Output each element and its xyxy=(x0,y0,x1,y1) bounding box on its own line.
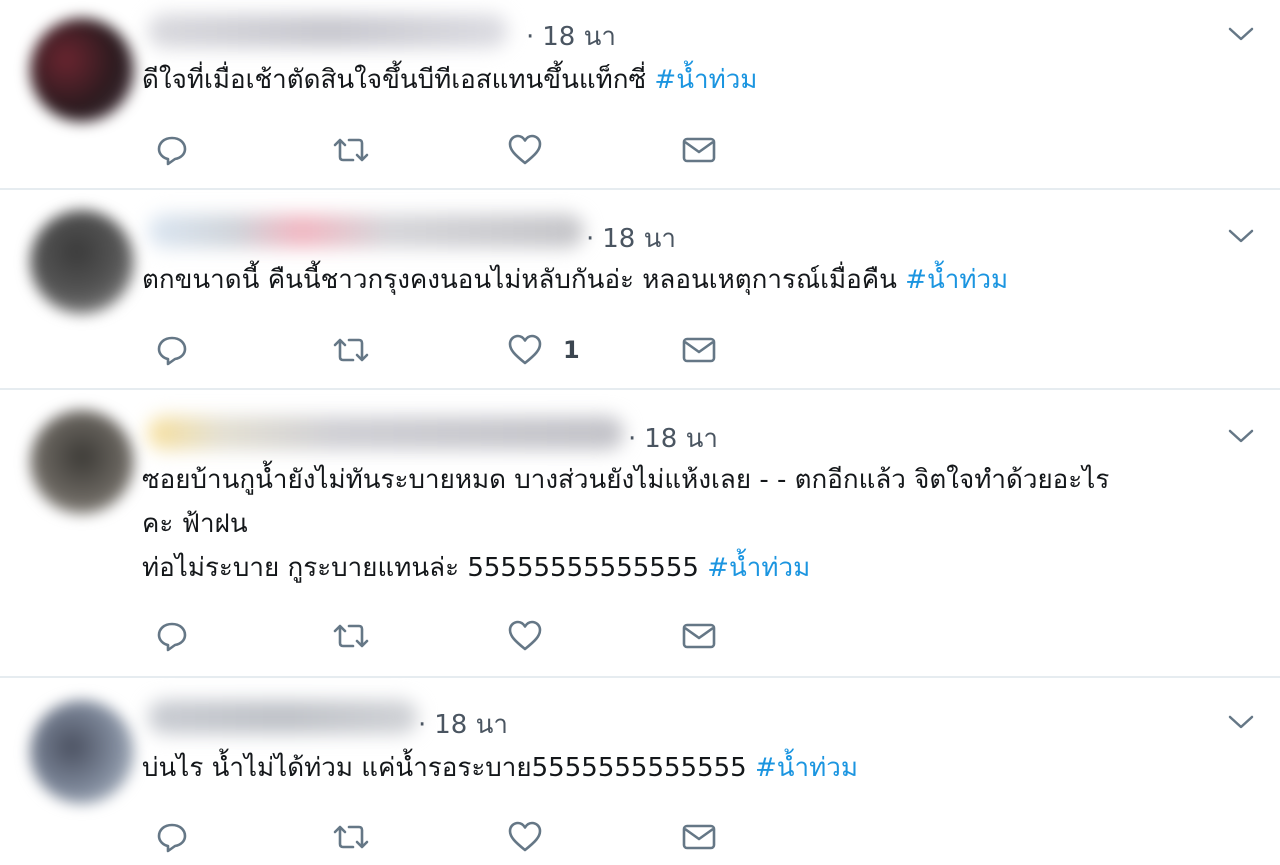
reply-button[interactable] xyxy=(155,132,189,168)
tweet[interactable]: · 18 นา บ่นไร น้ำไม่ได้ท่วม แค่น้ำรอระบาย… xyxy=(0,676,1280,865)
retweet-icon xyxy=(333,338,369,362)
retweet-button[interactable] xyxy=(331,132,371,168)
direct-message-button[interactable] xyxy=(681,618,717,654)
like-icon xyxy=(508,334,542,365)
username[interactable] xyxy=(148,214,584,248)
like-button[interactable] xyxy=(507,132,563,168)
tweet-timestamp[interactable]: · 18 นา xyxy=(526,16,616,57)
tweet-text: ดีใจที่เมื่อเช้าตัดสินใจขึ้นบีทีเอสแทนขึ… xyxy=(142,65,758,95)
reply-icon xyxy=(157,823,187,853)
direct-message-icon xyxy=(682,824,716,850)
avatar[interactable] xyxy=(30,700,134,804)
tweet-text: ตกขนาดนี้ คืนนี้ชาวกรุงคงนอนไม่หลับกันอ่… xyxy=(142,265,1009,295)
chevron-down-icon[interactable] xyxy=(1226,24,1256,44)
chevron-down-icon[interactable] xyxy=(1226,712,1256,732)
tweet-timestamp[interactable]: · 18 นา xyxy=(628,418,718,459)
hashtag-link[interactable]: #น้ำท่วม xyxy=(755,753,858,783)
hashtag-link[interactable]: #น้ำท่วม xyxy=(905,265,1008,295)
tweet-text-line: ซอยบ้านกูน้ำยังไม่ทันระบายหมด บางส่วนยัง… xyxy=(142,465,1110,495)
tweet-text-line: ท่อไม่ระบาย กูระบายแทนล่ะ 55555555555555… xyxy=(142,553,811,583)
chevron-down-icon[interactable] xyxy=(1226,426,1256,446)
direct-message-button[interactable] xyxy=(681,132,717,168)
tweet-timestamp[interactable]: · 18 นา xyxy=(418,704,508,745)
tweet[interactable]: · 18 นา ดีใจที่เมื่อเช้าตัดสินใจขึ้นบีทีเ… xyxy=(0,0,1280,190)
like-icon xyxy=(508,821,542,852)
reply-icon xyxy=(157,622,187,652)
like-button[interactable]: 1 xyxy=(507,332,580,368)
username[interactable] xyxy=(148,14,508,48)
reply-button[interactable] xyxy=(155,819,189,855)
direct-message-button[interactable] xyxy=(681,332,717,368)
direct-message-icon xyxy=(682,337,716,363)
direct-message-button[interactable] xyxy=(681,819,717,855)
hashtag-link[interactable]: #น้ำท่วม xyxy=(707,553,810,583)
chevron-down-icon[interactable] xyxy=(1226,226,1256,246)
retweet-button[interactable] xyxy=(331,819,371,855)
tweet-text: ซอยบ้านกูน้ำยังไม่ทันระบายหมด บางส่วนยัง… xyxy=(142,458,1250,590)
like-button[interactable] xyxy=(507,819,563,855)
reply-icon xyxy=(157,136,187,166)
like-count: 1 xyxy=(563,336,580,364)
direct-message-icon xyxy=(682,137,716,163)
hashtag-link[interactable]: #น้ำท่วม xyxy=(654,65,757,95)
reply-icon xyxy=(157,336,187,366)
direct-message-icon xyxy=(682,623,716,649)
tweet-text-line: คะ ฟ้าฝน xyxy=(142,509,248,539)
reply-button[interactable] xyxy=(155,332,189,368)
username[interactable] xyxy=(148,700,418,734)
retweet-icon xyxy=(333,825,369,849)
avatar[interactable] xyxy=(30,210,134,314)
avatar[interactable] xyxy=(30,410,134,514)
retweet-button[interactable] xyxy=(331,618,371,654)
retweet-icon xyxy=(333,624,369,648)
reply-button[interactable] xyxy=(155,618,189,654)
tweet[interactable]: · 18 นา ซอยบ้านกูน้ำยังไม่ทันระบายหมด บาง… xyxy=(0,388,1280,678)
tweet-text: บ่นไร น้ำไม่ได้ท่วม แค่น้ำรอระบาย5555555… xyxy=(142,753,859,783)
username[interactable] xyxy=(148,416,624,450)
tweet-timestamp[interactable]: · 18 นา xyxy=(586,218,676,259)
like-icon xyxy=(508,620,542,651)
like-button[interactable] xyxy=(507,618,563,654)
retweet-button[interactable] xyxy=(331,332,371,368)
like-icon xyxy=(508,134,542,165)
retweet-icon xyxy=(333,138,369,162)
tweet[interactable]: · 18 นา ตกขนาดนี้ คืนนี้ชาวกรุงคงนอนไม่หล… xyxy=(0,188,1280,390)
avatar[interactable] xyxy=(30,18,134,122)
